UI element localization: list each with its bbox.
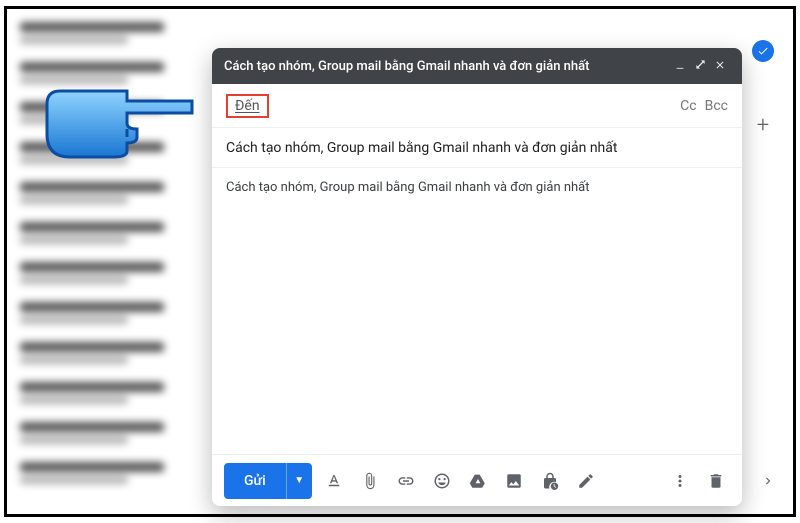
to-link[interactable]: Đến bbox=[226, 94, 269, 118]
recipients-row[interactable]: Đến Cc Bcc bbox=[212, 84, 742, 128]
link-icon[interactable] bbox=[392, 467, 420, 495]
compose-title-bar: Cách tạo nhóm, Group mail bằng Gmail nha… bbox=[212, 48, 742, 84]
subject-row bbox=[212, 128, 742, 168]
compose-window: Cách tạo nhóm, Group mail bằng Gmail nha… bbox=[212, 48, 742, 506]
compose-body[interactable]: Cách tạo nhóm, Group mail bằng Gmail nha… bbox=[212, 168, 742, 454]
plus-icon[interactable]: + bbox=[751, 113, 775, 137]
smiley-icon[interactable] bbox=[428, 467, 456, 495]
tasks-chip-icon[interactable] bbox=[751, 39, 775, 63]
drive-icon[interactable] bbox=[464, 467, 492, 495]
compose-title: Cách tạo nhóm, Group mail bằng Gmail nha… bbox=[224, 59, 670, 74]
paperclip-icon[interactable] bbox=[356, 467, 384, 495]
bcc-link[interactable]: Bcc bbox=[705, 98, 728, 114]
image-icon[interactable] bbox=[500, 467, 528, 495]
trash-icon[interactable] bbox=[702, 467, 730, 495]
send-button-group: Gửi ▼ bbox=[224, 463, 312, 499]
pen-icon[interactable] bbox=[572, 467, 600, 495]
close-icon[interactable] bbox=[710, 59, 730, 74]
cc-link[interactable]: Cc bbox=[680, 98, 696, 114]
send-button[interactable]: Gửi bbox=[224, 463, 286, 499]
more-vert-icon[interactable] bbox=[666, 467, 694, 495]
expand-icon[interactable] bbox=[690, 59, 710, 73]
right-side-panel: + bbox=[743, 39, 783, 137]
send-options-button[interactable]: ▼ bbox=[286, 463, 312, 499]
lock-clock-icon[interactable] bbox=[536, 467, 564, 495]
chevron-right-icon[interactable] bbox=[761, 473, 775, 492]
format-text-icon[interactable] bbox=[320, 467, 348, 495]
subject-input[interactable] bbox=[226, 140, 728, 156]
body-text: Cách tạo nhóm, Group mail bằng Gmail nha… bbox=[226, 180, 728, 195]
compose-toolbar: Gửi ▼ bbox=[212, 454, 742, 506]
minimize-icon[interactable] bbox=[670, 59, 690, 73]
pointing-hand-annotation bbox=[42, 79, 202, 169]
